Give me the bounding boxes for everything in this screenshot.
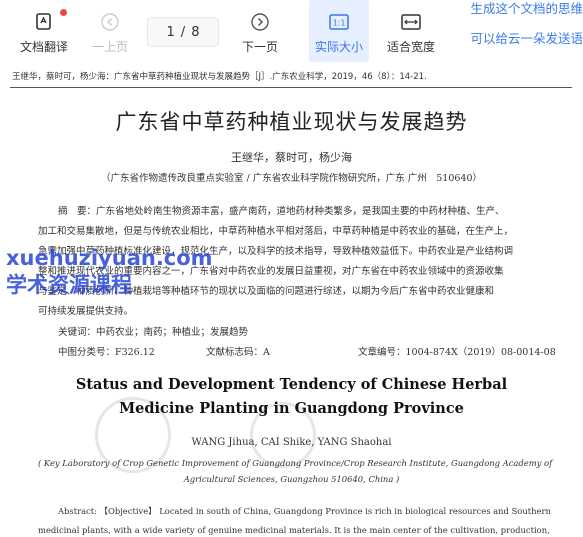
cn-authors: 王继华，蔡时可，杨少海 <box>231 151 352 164</box>
en-title-line-1: Status and Development Tendency of Chine… <box>75 376 508 393</box>
prev-page-button[interactable]: 一上页 <box>86 0 134 62</box>
translate-label: 文档翻译 <box>19 40 68 54</box>
chevron-right-icon <box>250 12 270 32</box>
fit-width-icon <box>401 12 421 32</box>
cn-abstract-line: 整和推进现代农业的重要内容之一，广东省对中药农业的发展日益重视，对广东省在中药农… <box>38 266 504 277</box>
actual-size-icon: 1:1 <box>329 12 349 32</box>
page-indicator[interactable]: 1 / 8 <box>147 17 219 47</box>
document-page: 王继华，蔡时可，杨少海：广东省中草药种植业现状与发展趋势［J］.广东农业科学，2… <box>0 62 583 537</box>
page-total: 8 <box>191 24 200 40</box>
next-page-label: 下一页 <box>241 40 278 54</box>
side-note-line-2: 可以给云一朵发送语 <box>470 31 583 46</box>
chevron-left-icon <box>100 12 120 32</box>
prev-page-label: 一上页 <box>91 40 128 54</box>
cn-abstract-line: 急需加强中草药种植标准化建设，规范化生产，以及科学的技术指导，导致种植效益低下。… <box>38 246 514 257</box>
clc-number: 中图分类号：F326.12 <box>58 347 155 358</box>
svg-text:1:1: 1:1 <box>333 19 346 28</box>
fit-width-button[interactable]: 适合宽度 <box>383 0 439 62</box>
next-page-button[interactable]: 下一页 <box>236 0 284 62</box>
page-current: 1 <box>166 24 175 40</box>
en-abstract-line: medicinal plants, with a wide variety of… <box>38 525 550 535</box>
document-code: 文献标志码：A <box>206 347 270 358</box>
translate-icon <box>34 12 54 32</box>
notification-badge <box>60 9 67 16</box>
actual-size-button[interactable]: 1:1 实际大小 <box>309 0 369 62</box>
citation-line: 王继华，蔡时可，杨少海：广东省中草药种植业现状与发展趋势［J］.广东农业科学，2… <box>12 72 427 82</box>
side-note-line-1: 生成这个文档的思维 <box>470 1 583 16</box>
cn-affiliation: （广东省作物遗传改良重点实验室 / 广东省农业科学院作物研究所，广东 广州 51… <box>100 173 483 184</box>
cn-title: 广东省中草药种植业现状与发展趋势 <box>115 110 468 134</box>
page-separator: / <box>180 24 186 40</box>
en-abstract-line: Abstract: 【Objective】 Located in south o… <box>58 506 551 516</box>
cn-abstract-line: 与鉴定、种质创新、种植栽培等种植环节的现状以及面临的问题进行综述，以期为今后广东… <box>38 286 495 297</box>
cn-keywords: 关键词：中药农业；南药；种植业；发展趋势 <box>58 327 249 338</box>
viewer-toolbar: 文档翻译 一上页 1 / 8 下一页 1:1 实际大小 适合宽度 生成这个文档的… <box>0 0 583 62</box>
en-affiliation-line-2: Agricultural Sciences, Guangzhou 510640,… <box>183 474 400 484</box>
cn-abstract-line: 摘 要：广东省地处岭南生物资源丰富，盛产南药，道地药材种类繁多，是我国主要的中药… <box>58 206 505 217</box>
citation-divider <box>10 87 572 88</box>
en-title-line-2: Medicine Planting in Guangdong Province <box>119 400 464 417</box>
cn-abstract-line: 加工和交易集散地，但是与传统农业相比，中草药种植水平相对落后，中草药种植是中药农… <box>38 226 514 237</box>
en-affiliation-line-1: ( Key Laboratory of Crop Genetic Improve… <box>38 458 553 468</box>
cn-abstract-line: 可持续发展提供支持。 <box>38 306 134 317</box>
article-number: 文章编号：1004-874X（2019）08-0014-08 <box>358 347 556 358</box>
en-authors: WANG Jihua, CAI Shike, YANG Shaohai <box>191 437 392 448</box>
fit-width-label: 适合宽度 <box>386 40 435 54</box>
actual-size-label: 实际大小 <box>314 40 363 54</box>
